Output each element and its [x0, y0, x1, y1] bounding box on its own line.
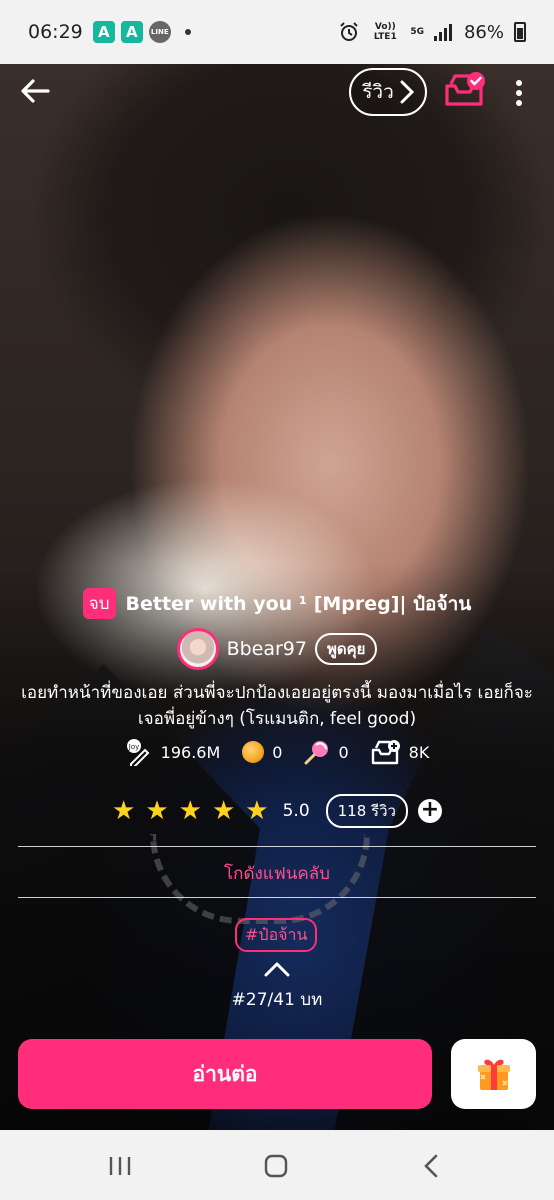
lollipop-count: 0: [338, 742, 349, 762]
author-row[interactable]: Bbear97 พูดคุย: [0, 628, 554, 670]
author-avatar[interactable]: [176, 628, 219, 670]
add-to-library-button[interactable]: [442, 70, 488, 114]
network-type: 5G: [410, 27, 424, 37]
author-name[interactable]: Bbear97: [227, 638, 307, 660]
notification-app-icon: A: [92, 21, 115, 43]
story-synopsis: เอยทำหน้าที่ของเอย ส่วนพี่จะปกป้องเอยอยู…: [21, 683, 533, 729]
completed-badge: จบ: [82, 588, 116, 619]
alarm-icon: [340, 22, 359, 41]
stats-row: Joy 196.6M 0 0 8K: [0, 738, 554, 766]
status-time: 06:29: [28, 21, 83, 43]
star-icon: ★: [145, 796, 169, 826]
svg-text:Joy: Joy: [127, 743, 139, 751]
battery-percent: 86%: [463, 21, 504, 43]
recent-apps-button[interactable]: [106, 1154, 134, 1178]
talk-button[interactable]: พูดคุย: [314, 633, 378, 665]
volte-indicator: Vo)) LTE1: [373, 22, 397, 42]
home-button[interactable]: [262, 1154, 290, 1178]
divider-top: [18, 846, 536, 847]
star-icon: ★: [245, 796, 269, 826]
more-options-button[interactable]: [508, 78, 530, 108]
joylada-views-icon: Joy: [126, 739, 150, 766]
line-icon: LINE: [148, 21, 171, 43]
battery-icon: [514, 22, 526, 42]
fanclub-link[interactable]: โกดังแฟนคลับ: [0, 860, 554, 887]
rating-value: 5.0: [282, 801, 310, 821]
star-icon: ★: [211, 796, 236, 826]
story-title: Better with you ¹ [Mpreg]| ป๋อจ้าน: [125, 592, 472, 615]
library-count: 8K: [408, 742, 430, 762]
rating-row: ★ ★ ★ ★ ★ 5.0 118 รีวิว +: [0, 794, 554, 828]
hashtag-chip[interactable]: #ป๋อจ้าน: [235, 918, 318, 952]
views-stat: Joy 196.6M: [125, 738, 221, 766]
system-back-button[interactable]: [418, 1154, 446, 1178]
lollipop-icon: [304, 741, 329, 765]
coins-count: 0: [272, 742, 283, 762]
star-icon: ★: [178, 796, 202, 826]
coins-stat: 0: [242, 741, 282, 763]
chevron-up-icon[interactable]: [263, 960, 291, 978]
coin-icon: [242, 741, 265, 763]
continue-reading-button[interactable]: อ่านต่อ: [18, 1039, 432, 1109]
review-button-label: รีวิว: [362, 81, 394, 103]
notification-app-icon-2: A: [120, 21, 143, 43]
chapter-progress: #27/41 บท: [231, 990, 323, 1010]
back-button[interactable]: [18, 76, 52, 106]
lollipop-stat: 0: [304, 739, 349, 765]
chevron-right-icon: [400, 80, 414, 104]
gift-icon: [477, 1059, 510, 1090]
system-nav-bar: [0, 1130, 554, 1200]
gift-button[interactable]: [451, 1039, 536, 1109]
review-count-button[interactable]: 118 รีวิว: [325, 794, 408, 828]
divider-bottom: [18, 897, 536, 898]
add-to-library-icon: [371, 740, 400, 765]
more-notifications-dot: [184, 29, 191, 35]
add-review-button[interactable]: +: [417, 799, 442, 823]
star-icon: ★: [112, 796, 136, 826]
title-row: จบ Better with you ¹ [Mpreg]| ป๋อจ้าน: [0, 588, 554, 619]
status-bar: 06:29 A A LINE Vo)) LTE1 5G 86%: [0, 0, 554, 64]
views-count: 196.6M: [160, 742, 221, 762]
signal-icon: [433, 24, 452, 41]
review-button[interactable]: รีวิว: [349, 68, 427, 116]
library-stat: 8K: [371, 739, 430, 765]
